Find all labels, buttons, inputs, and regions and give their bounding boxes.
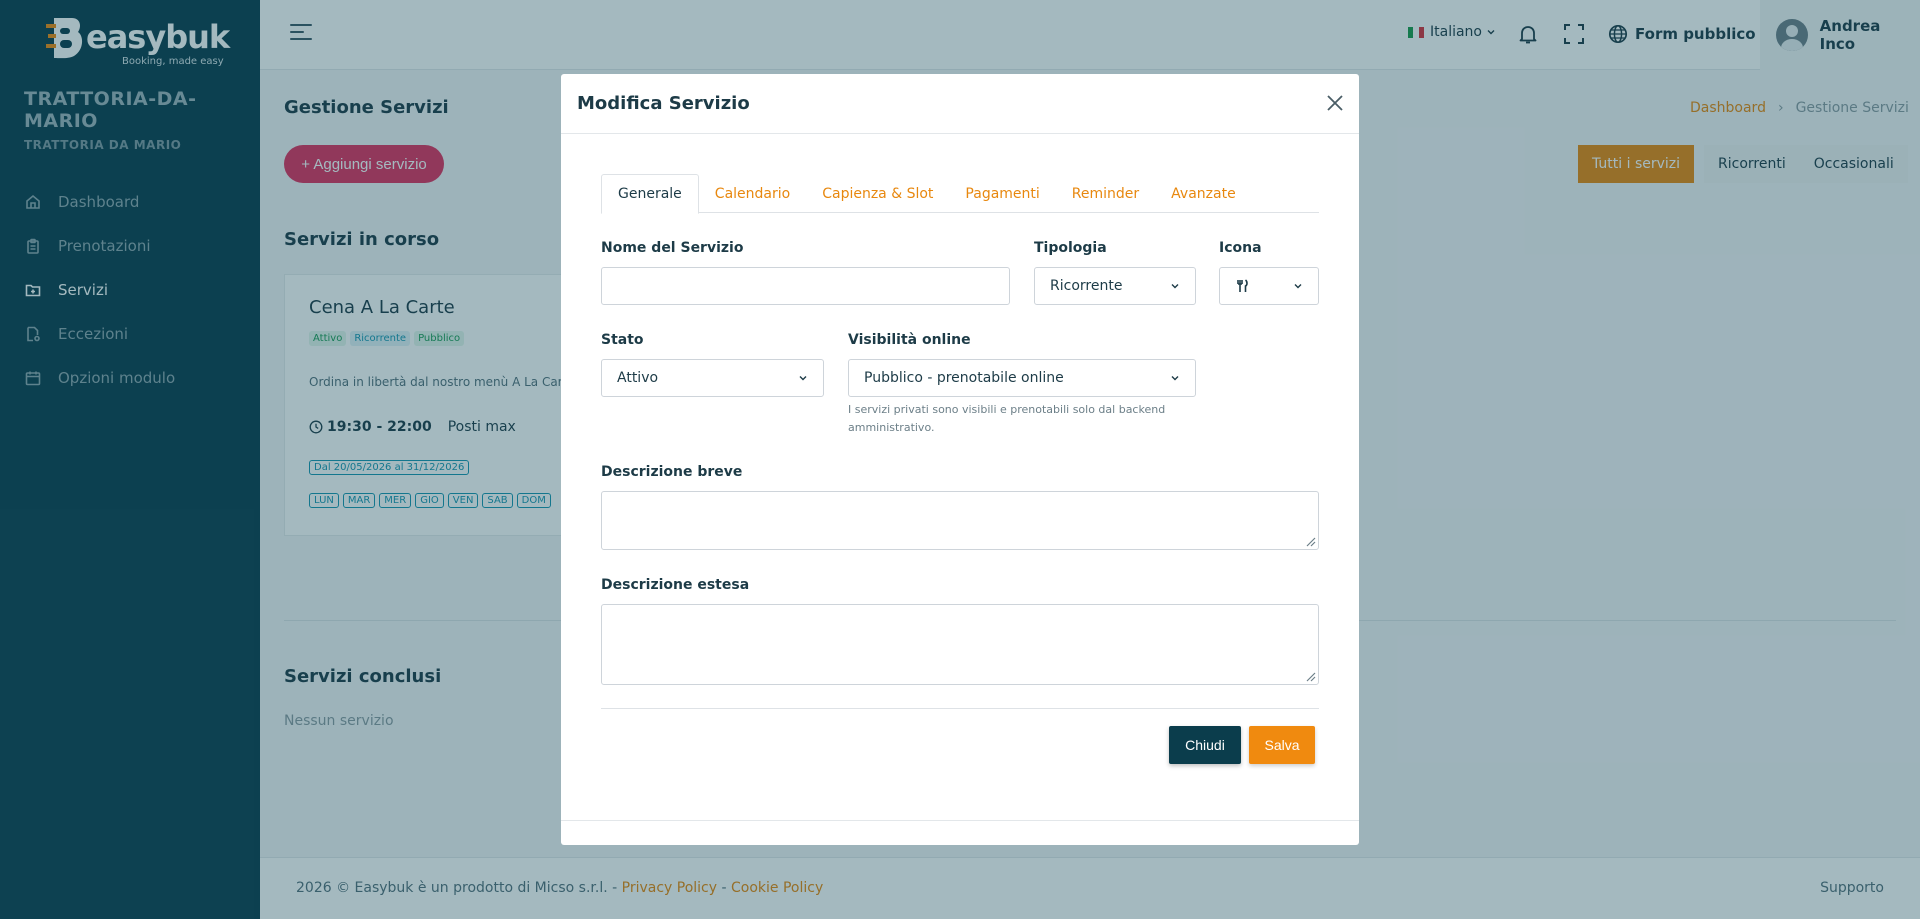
- icon-select[interactable]: [1219, 267, 1319, 305]
- short-description-label: Descrizione breve: [601, 464, 743, 480]
- tab-reminder[interactable]: Reminder: [1056, 174, 1155, 213]
- resize-grip-icon[interactable]: [1304, 670, 1316, 682]
- chevron-down-icon: [799, 376, 807, 381]
- visibility-label: Visibilità online: [848, 332, 971, 348]
- tab-avanzate[interactable]: Avanzate: [1155, 174, 1252, 213]
- type-select[interactable]: Ricorrente: [1034, 267, 1196, 305]
- type-label: Tipologia: [1034, 240, 1107, 256]
- type-select-value: Ricorrente: [1050, 278, 1123, 294]
- state-select[interactable]: Attivo: [601, 359, 824, 397]
- close-button[interactable]: Chiudi: [1169, 726, 1241, 764]
- chevron-down-icon: [1171, 376, 1179, 381]
- modal-separator: [601, 708, 1319, 709]
- visibility-select[interactable]: Pubblico - prenotabile online: [848, 359, 1196, 397]
- modal-footer-line: [561, 820, 1359, 821]
- service-name-label: Nome del Servizio: [601, 240, 744, 256]
- close-icon[interactable]: [1326, 94, 1344, 112]
- modal-tabs: Generale Calendario Capienza & Slot Paga…: [601, 174, 1319, 214]
- tab-capienza-slot[interactable]: Capienza & Slot: [806, 174, 949, 213]
- tab-generale[interactable]: Generale: [601, 174, 699, 214]
- service-name-input[interactable]: [601, 267, 1010, 305]
- save-button[interactable]: Salva: [1249, 726, 1315, 764]
- visibility-help-text: I servizi privati sono visibili e prenot…: [848, 403, 1166, 434]
- short-description-textarea[interactable]: [601, 491, 1319, 550]
- tab-pagamenti[interactable]: Pagamenti: [949, 174, 1055, 213]
- modal-header: Modifica Servizio: [561, 74, 1359, 134]
- modal-title: Modifica Servizio: [577, 93, 750, 114]
- state-select-value: Attivo: [617, 370, 659, 386]
- visibility-select-value: Pubblico - prenotabile online: [864, 370, 1064, 386]
- chevron-down-icon: [1294, 284, 1302, 289]
- long-description-label: Descrizione estesa: [601, 577, 750, 593]
- tab-calendario[interactable]: Calendario: [699, 174, 806, 213]
- state-label: Stato: [601, 332, 644, 348]
- resize-grip-icon[interactable]: [1304, 535, 1316, 547]
- fork-knife-icon: [1237, 279, 1248, 292]
- icon-label: Icona: [1219, 240, 1262, 256]
- long-description-textarea[interactable]: [601, 604, 1319, 685]
- edit-service-modal: Modifica Servizio Generale Calendario Ca…: [561, 74, 1359, 845]
- chevron-down-icon: [1171, 284, 1179, 289]
